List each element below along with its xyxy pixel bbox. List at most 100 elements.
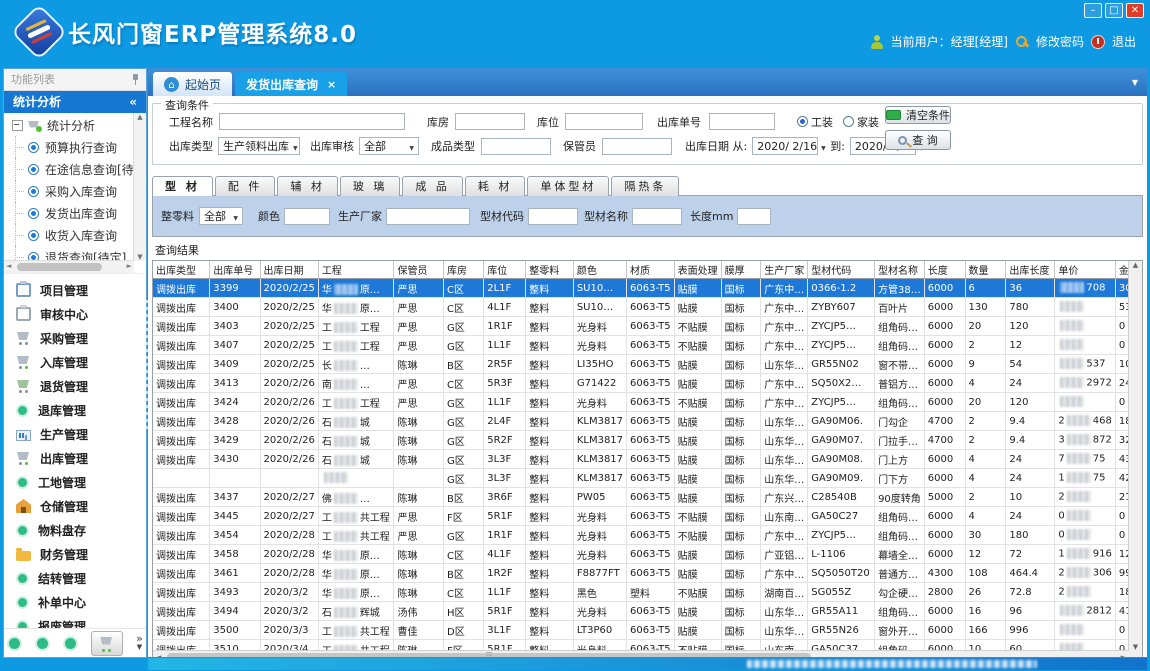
sidebar-module-财务管理[interactable]: 财务管理 (4, 542, 146, 566)
sidebar-module-结转管理[interactable]: 结转管理 (4, 566, 146, 590)
product-type-input[interactable] (481, 138, 551, 155)
logout-link[interactable]: 退出 (1112, 33, 1136, 50)
table-row[interactable]: 调拨出库35002020/3/3工共工程曹佳D区3L1F整料LT3P606063… (153, 621, 1142, 640)
table-row[interactable]: 调拨出库34092020/2/25长…陈琳B区2R5F整料LI35HO6063-… (153, 355, 1142, 374)
column-header[interactable]: 出库类型 (153, 261, 210, 279)
tree-horizontal-scrollbar[interactable]: ◄ ► (4, 260, 134, 273)
column-header[interactable]: 数量 (965, 261, 1006, 279)
table-row[interactable]: 调拨出库34282020/2/26石城陈琳G区2L4F整料KLM38176063… (153, 412, 1142, 431)
tree-item[interactable]: 预算执行查询 (4, 136, 146, 158)
whole-piece-select[interactable]: 全部 (199, 207, 243, 225)
table-row[interactable]: 调拨出库34242020/2/26工工程严思G区1L1F整料光身料6063-T5… (153, 393, 1142, 412)
sidebar-module-物料盘存[interactable]: 物料盘存 (4, 518, 146, 542)
tabbar-dropdown-icon[interactable]: ▼ (1132, 78, 1138, 87)
material-tab-成品[interactable]: 成 品 (402, 176, 463, 196)
tree-vertical-scrollbar[interactable]: ▲▼ (133, 113, 146, 261)
maximize-button[interactable]: □ (1105, 3, 1123, 18)
collapse-icon[interactable]: « (129, 91, 137, 113)
material-tab-耗材[interactable]: 耗 材 (465, 176, 526, 196)
column-header[interactable]: 表面处理 (674, 261, 721, 279)
table-row[interactable]: 调拨出库34452020/2/27工共工程严思F区5R1F整料光身料6063-T… (153, 507, 1142, 526)
warehouse-input[interactable] (455, 113, 525, 130)
sidebar-module-项目管理[interactable]: 项目管理 (4, 278, 146, 302)
table-row[interactable]: 调拨出库34942020/3/2石辉城汤伟H区5R1F整料光身料6063-T5贴… (153, 602, 1142, 621)
scroll-thumb[interactable] (167, 653, 811, 657)
table-horizontal-scrollbar[interactable]: ◄ ► (153, 650, 1129, 657)
table-row[interactable]: 调拨出库34132020/2/26南…严思C区5R3F整料G714226063-… (153, 374, 1142, 393)
color-input[interactable] (284, 208, 330, 225)
column-header[interactable]: 整零料 (526, 261, 574, 279)
sidebar-group-header[interactable]: 统计分析 « (4, 91, 146, 113)
material-tab-隔热条[interactable]: 隔热条 (611, 176, 679, 196)
profile-code-input[interactable] (528, 208, 578, 225)
footer-dot-icon[interactable] (35, 636, 50, 651)
sidebar-module-工地管理[interactable]: 工地管理 (4, 470, 146, 494)
length-input[interactable] (737, 208, 771, 225)
manufacturer-input[interactable] (386, 208, 470, 225)
minimize-button[interactable]: – (1084, 3, 1102, 18)
column-header[interactable]: 保管员 (394, 261, 444, 279)
material-tab-单体型材[interactable]: 单体型材 (527, 176, 609, 196)
footer-dot-icon[interactable] (63, 636, 78, 651)
table-row[interactable]: 调拨出库34372020/2/27佛…陈琳B区3R6F整料PW056063-T5… (153, 488, 1142, 507)
scroll-right-icon[interactable]: ► (127, 262, 132, 270)
column-header[interactable]: 出库日期 (260, 261, 318, 279)
column-header[interactable]: 生产厂家 (761, 261, 808, 279)
clear-conditions-button[interactable]: 清空条件 (885, 106, 951, 124)
material-tab-辅材[interactable]: 辅 材 (277, 176, 338, 196)
out-type-select[interactable]: 生产领料出库 (218, 137, 300, 155)
pin-icon[interactable] (132, 74, 139, 85)
order-no-input[interactable] (709, 113, 775, 130)
radio-homewear[interactable] (843, 116, 854, 127)
sidebar-module-入库管理[interactable]: 入库管理 (4, 350, 146, 374)
profile-name-input[interactable] (632, 208, 682, 225)
table-row[interactable]: 调拨出库34072020/2/25工工程严思G区1L1F整料光身料6063-T5… (153, 336, 1142, 355)
scroll-right-icon[interactable]: ► (1121, 653, 1126, 657)
close-button[interactable]: ✕ (1126, 3, 1144, 18)
tab-shipping-query[interactable]: 发货出库查询 × (235, 72, 347, 96)
search-button[interactable]: 查 询 (885, 130, 951, 150)
column-header[interactable]: 膜厚 (721, 261, 761, 279)
scroll-thumb[interactable] (17, 263, 102, 271)
table-row[interactable]: 调拨出库33992020/2/25华原…严思C区2L1F整料SU10…6063-… (153, 279, 1142, 298)
column-header[interactable]: 型材名称 (875, 261, 925, 279)
tree-item[interactable]: 收货入库查询 (4, 224, 146, 246)
column-header[interactable]: 长度 (924, 261, 965, 279)
column-header[interactable]: 出库单号 (210, 261, 260, 279)
tree-item[interactable]: 在途信息查询[待 (4, 158, 146, 180)
table-row[interactable]: G区3L3F整料KLM38176063-T5贴膜国标山东华…GA90M09.门下… (153, 469, 1142, 488)
tree-root[interactable]: 统计分析 (4, 113, 146, 136)
change-password-link[interactable]: 修改密码 (1036, 33, 1084, 50)
sidebar-module-出库管理[interactable]: 出库管理 (4, 446, 146, 470)
column-header[interactable]: 工程 (318, 261, 394, 279)
scroll-left-icon[interactable]: ◄ (156, 653, 161, 657)
footer-cart-button[interactable] (91, 631, 123, 656)
audit-select[interactable]: 全部 (359, 137, 419, 155)
collapse-expander-icon[interactable] (12, 120, 23, 131)
table-row[interactable]: 调拨出库34032020/2/25工工程严思G区1R1F整料光身料6063-T5… (153, 317, 1142, 336)
table-row[interactable]: 调拨出库34302020/2/26石城陈琳G区3L3F整料KLM38176063… (153, 450, 1142, 469)
sidebar-module-仓储管理[interactable]: 仓储管理 (4, 494, 146, 518)
sidebar-module-退库管理[interactable]: 退库管理 (4, 398, 146, 422)
material-tab-配件[interactable]: 配 件 (215, 176, 276, 196)
table-row[interactable]: 调拨出库34292020/2/26石城陈琳G区5R2F整料KLM38176063… (153, 431, 1142, 450)
sidebar-module-补单中心[interactable]: 补单中心 (4, 590, 146, 614)
column-header[interactable]: 型材代码 (808, 261, 875, 279)
sidebar-module-退货管理[interactable]: 退货管理 (4, 374, 146, 398)
column-header[interactable]: 出库长度 (1006, 261, 1055, 279)
scroll-left-icon[interactable]: ◄ (6, 262, 11, 270)
date-from-select[interactable]: 2020/ 2/16 (752, 137, 818, 155)
sidebar-module-审核中心[interactable]: 审核中心 (4, 302, 146, 326)
material-tab-玻璃[interactable]: 玻 璃 (340, 176, 401, 196)
material-tab-型材[interactable]: 型 材 (152, 176, 213, 196)
column-header[interactable]: 单价 (1055, 261, 1115, 279)
tab-home[interactable]: 起始页 (153, 72, 232, 96)
tree-item[interactable]: 采购入库查询 (4, 180, 146, 202)
footer-overflow-chevron[interactable]: »▼ (136, 634, 143, 652)
column-header[interactable]: 材质 (627, 261, 675, 279)
table-vertical-scrollbar[interactable]: ▲▼ (1128, 261, 1142, 651)
sidebar-module-采购管理[interactable]: 采购管理 (4, 326, 146, 350)
radio-workwear[interactable] (797, 116, 808, 127)
table-row[interactable]: 调拨出库34582020/2/28华原…陈琳C区4L1F整料光身料6063-T5… (153, 545, 1142, 564)
table-row[interactable]: 调拨出库34542020/2/28工共工程严思G区1R1F整料光身料6063-T… (153, 526, 1142, 545)
